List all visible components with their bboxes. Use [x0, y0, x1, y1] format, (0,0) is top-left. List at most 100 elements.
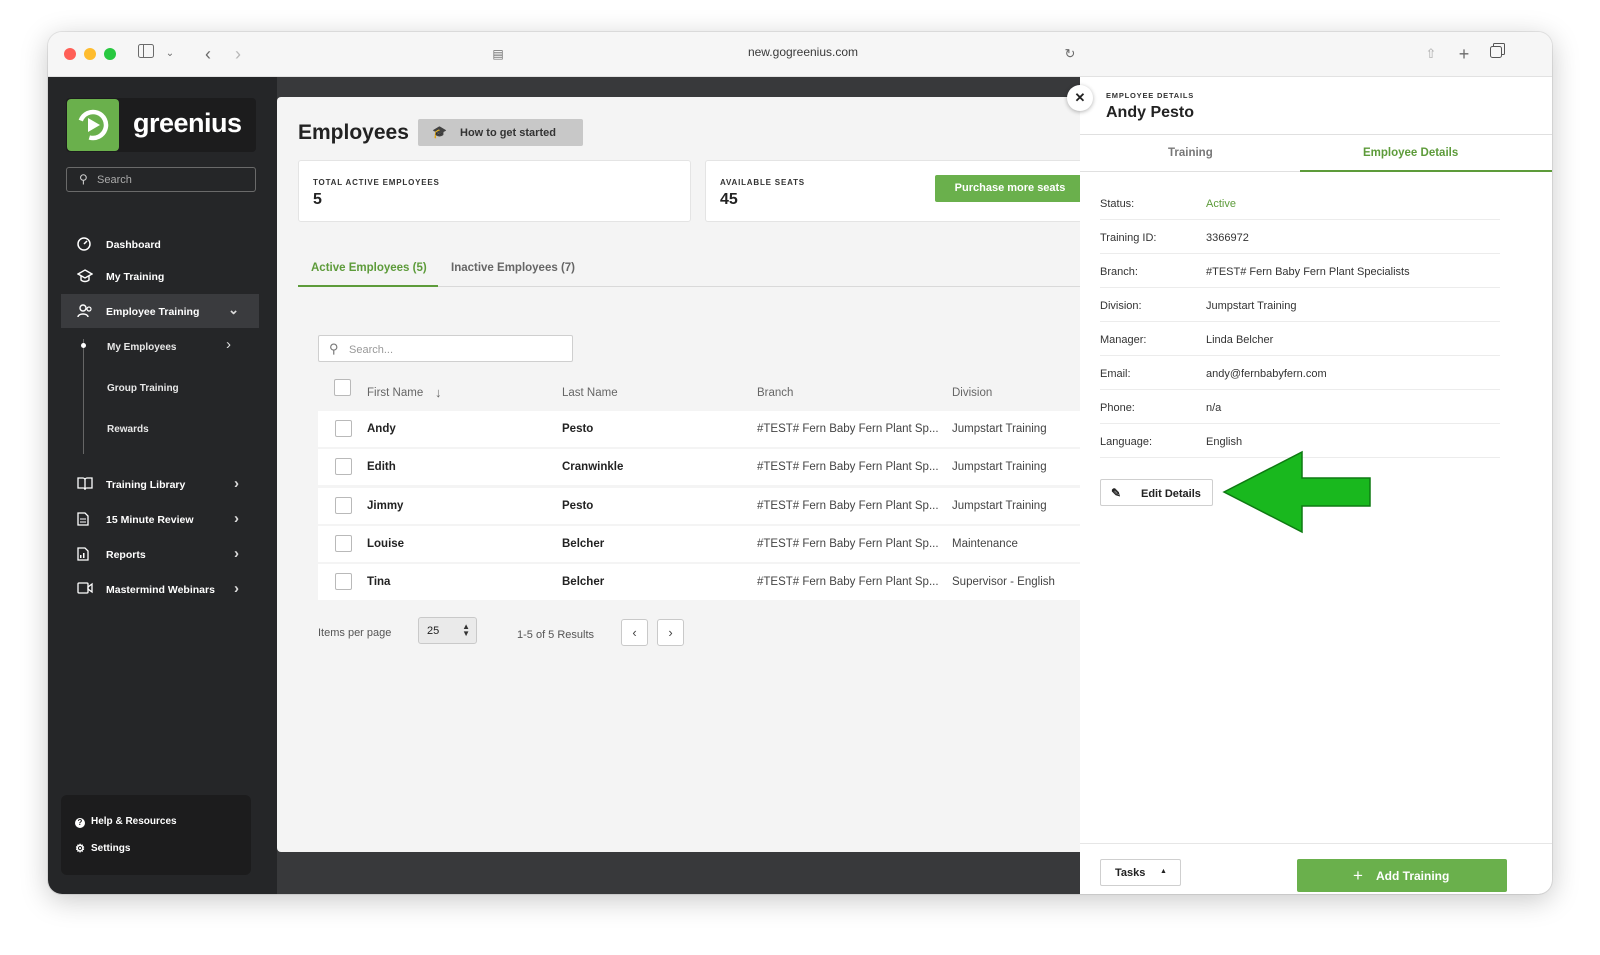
- table-row[interactable]: Tina Belcher #TEST# Fern Baby Fern Plant…: [318, 564, 1097, 600]
- column-first-name[interactable]: First Name: [367, 387, 423, 399]
- search-icon: ⚲: [329, 341, 339, 356]
- sidebar-search-placeholder: Search: [97, 174, 132, 186]
- plus-icon: +: [1353, 866, 1363, 885]
- video-icon: [77, 582, 93, 598]
- previous-page-button[interactable]: ‹: [621, 619, 648, 646]
- close-window-button[interactable]: [64, 48, 76, 60]
- sidebar-item-help[interactable]: ? Help & Resources: [75, 816, 177, 828]
- how-to-get-started-button[interactable]: 🎓 How to get started: [418, 119, 583, 146]
- table-row[interactable]: Jimmy Pesto #TEST# Fern Baby Fern Plant …: [318, 488, 1097, 524]
- tab-employee-details[interactable]: Employee Details: [1363, 147, 1458, 159]
- dashboard-icon: [77, 237, 93, 253]
- sidebar-item-settings[interactable]: ⚙ Settings: [75, 843, 130, 855]
- row-checkbox[interactable]: [335, 573, 352, 590]
- next-page-button[interactable]: ›: [657, 619, 684, 646]
- row-checkbox[interactable]: [335, 497, 352, 514]
- purchase-more-seats-button[interactable]: Purchase more seats: [935, 175, 1085, 202]
- sidebar-item-training-library[interactable]: Training Library ›: [61, 467, 259, 501]
- report-icon: [77, 547, 93, 563]
- page-title: Employees: [298, 121, 409, 144]
- sidebar-search-input[interactable]: ⚲ Search: [66, 167, 256, 192]
- page-menu-icon[interactable]: ▤: [490, 42, 506, 66]
- sidebar-item-reports[interactable]: Reports ›: [61, 537, 259, 571]
- panel-tabs: Training Employee Details: [1080, 134, 1552, 172]
- items-per-page-label: Items per page: [318, 627, 392, 639]
- url-field[interactable]: new.gogreenius.com: [678, 45, 928, 59]
- results-count: 1-5 of 5 Results: [517, 629, 595, 641]
- chevron-right-icon: ›: [234, 545, 239, 562]
- chevron-right-icon: ›: [226, 336, 231, 353]
- detail-row-email: Email: andy@fernbabyfern.com: [1100, 356, 1500, 390]
- sidebar-item-mastermind-webinars[interactable]: Mastermind Webinars ›: [61, 572, 259, 606]
- close-panel-button[interactable]: ✕: [1067, 85, 1093, 111]
- chevron-right-icon: ›: [234, 510, 239, 527]
- sidebar-subitem-rewards[interactable]: Rewards: [107, 424, 149, 435]
- tab-active-employees[interactable]: Active Employees (5): [311, 262, 427, 274]
- sidebar-toggle-icon[interactable]: [136, 42, 156, 66]
- table-row[interactable]: Andy Pesto #TEST# Fern Baby Fern Plant S…: [318, 411, 1097, 447]
- table-row[interactable]: Louise Belcher #TEST# Fern Baby Fern Pla…: [318, 526, 1097, 562]
- minimize-window-button[interactable]: [84, 48, 96, 60]
- chevron-right-icon: ›: [234, 475, 239, 492]
- zoom-window-button[interactable]: [104, 48, 116, 60]
- column-last-name[interactable]: Last Name: [562, 387, 618, 399]
- employee-search-input[interactable]: ⚲ Search...: [318, 335, 573, 362]
- select-arrows-icon: ▲ ▼: [462, 622, 470, 638]
- pencil-icon: ✎: [1111, 486, 1122, 500]
- logo-text: greenius: [133, 108, 242, 138]
- tab-inactive-employees[interactable]: Inactive Employees (7): [451, 262, 575, 274]
- sidebar-item-my-training[interactable]: My Training: [61, 259, 259, 293]
- row-checkbox[interactable]: [335, 420, 352, 437]
- detail-row-training-id: Training ID: 3366972: [1100, 220, 1500, 254]
- detail-row-division: Division: Jumpstart Training: [1100, 288, 1500, 322]
- employees-card: Employees 🎓 How to get started TOTAL ACT…: [277, 97, 1097, 852]
- sort-down-icon[interactable]: ↓: [435, 385, 442, 400]
- sidebar-item-15-minute-review[interactable]: 15 Minute Review ›: [61, 502, 259, 536]
- panel-kicker: EMPLOYEE DETAILS: [1106, 91, 1195, 100]
- share-icon[interactable]: ⇧: [1422, 42, 1440, 66]
- tab-overview-icon[interactable]: [1488, 42, 1506, 66]
- employee-tabs: Active Employees (5) Inactive Employees …: [298, 247, 1097, 287]
- reload-icon[interactable]: ↻: [1061, 42, 1079, 66]
- edit-details-button[interactable]: ✎ Edit Details: [1100, 479, 1213, 506]
- row-checkbox[interactable]: [335, 535, 352, 552]
- chevron-down-icon[interactable]: ⌄: [162, 42, 178, 66]
- detail-row-manager: Manager: Linda Belcher: [1100, 322, 1500, 356]
- employee-details-panel: EMPLOYEE DETAILS Andy Pesto Training Emp…: [1080, 77, 1552, 894]
- table-row[interactable]: Edith Cranwinkle #TEST# Fern Baby Fern P…: [318, 449, 1097, 485]
- add-training-button[interactable]: + Add Training: [1297, 859, 1507, 892]
- tab-training[interactable]: Training: [1168, 147, 1213, 159]
- row-checkbox[interactable]: [335, 458, 352, 475]
- forward-icon[interactable]: ›: [230, 42, 246, 66]
- browser-window: ⌄ ‹ › ▤ new.gogreenius.com ↻ ⇧ + greeniu…: [48, 32, 1552, 894]
- browser-toolbar: ⌄ ‹ › ▤ new.gogreenius.com ↻ ⇧ +: [48, 32, 1552, 77]
- users-icon: [77, 304, 93, 320]
- panel-active-tab-underline: [1300, 170, 1552, 172]
- items-per-page-select[interactable]: 25 ▲ ▼: [418, 617, 477, 644]
- active-tab-underline: [298, 285, 438, 287]
- subnav-active-dot: [81, 343, 86, 348]
- employee-name: Andy Pesto: [1106, 104, 1195, 121]
- help-icon: ?: [75, 818, 85, 828]
- sidebar-subitem-group-training[interactable]: Group Training: [107, 383, 179, 394]
- logo[interactable]: greenius: [66, 98, 256, 152]
- table-header: First Name ↓ Last Name Branch Division: [318, 375, 1097, 410]
- column-division[interactable]: Division: [952, 387, 992, 399]
- chevron-right-icon: ›: [234, 580, 239, 597]
- sidebar-item-employee-training[interactable]: Employee Training ⌄: [61, 294, 259, 328]
- sidebar-item-dashboard[interactable]: Dashboard: [61, 227, 259, 261]
- caret-up-icon: ▲: [1160, 868, 1167, 875]
- left-arrow-icon: [1222, 450, 1371, 534]
- tasks-button[interactable]: Tasks ▲: [1100, 859, 1181, 886]
- select-all-checkbox[interactable]: [334, 379, 351, 396]
- sidebar-bottom-panel: ? Help & Resources ⚙ Settings: [61, 795, 251, 875]
- document-icon: [77, 512, 93, 528]
- gear-icon: ⚙: [75, 843, 85, 855]
- back-icon[interactable]: ‹: [200, 42, 216, 66]
- column-branch[interactable]: Branch: [757, 387, 793, 399]
- detail-row-branch: Branch: #TEST# Fern Baby Fern Plant Spec…: [1100, 254, 1500, 288]
- sidebar-subitem-my-employees[interactable]: My Employees: [107, 342, 176, 353]
- sidebar: greenius ⚲ Search Dashboard My Training …: [48, 77, 277, 894]
- chevron-down-icon: ⌄: [228, 302, 239, 317]
- new-tab-icon[interactable]: +: [1455, 42, 1473, 66]
